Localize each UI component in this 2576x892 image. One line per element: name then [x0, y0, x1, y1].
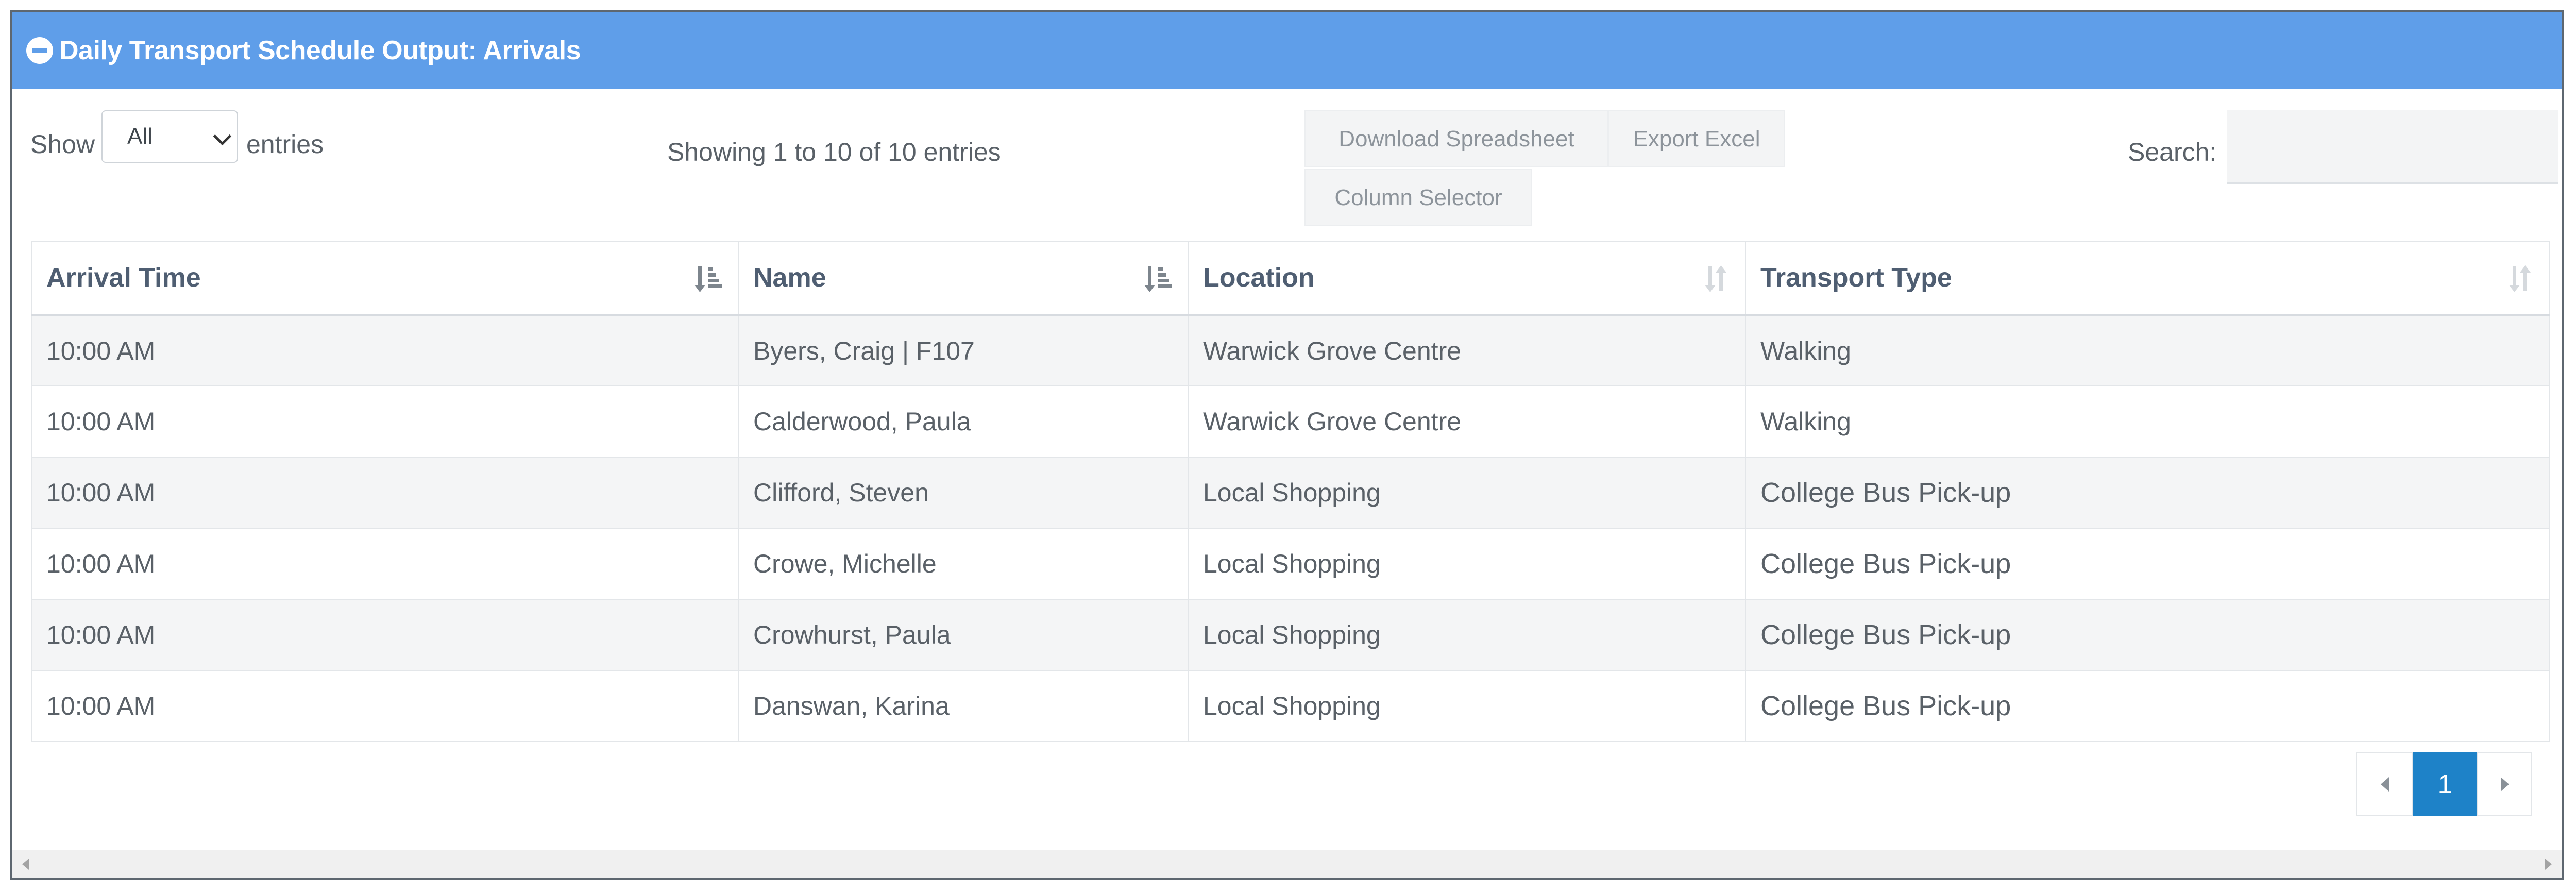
- caret-right-icon: [2500, 777, 2509, 792]
- column-header-label: Location: [1203, 263, 1315, 293]
- cell-name: Danswan, Karina: [738, 670, 1189, 742]
- cell-location: Local Shopping: [1188, 670, 1746, 742]
- cell-transport-type: Walking: [1745, 314, 2550, 386]
- data-table: Arrival Time Name Location Transport Typ…: [31, 241, 2550, 742]
- export-excel-button[interactable]: Export Excel: [1608, 110, 1785, 167]
- scroll-right-arrow-icon[interactable]: [2545, 859, 2552, 870]
- entries-length-value: All: [127, 124, 152, 149]
- cell-arrival-time: 10:00 AM: [31, 314, 739, 386]
- table-row[interactable]: 10:00 AM Calderwood, Paula Warwick Grove…: [31, 385, 2550, 458]
- cell-transport-type: Walking: [1745, 385, 2550, 458]
- panel-header[interactable]: Daily Transport Schedule Output: Arrival…: [12, 12, 2562, 89]
- table-row[interactable]: 10:00 AM Crowe, Michelle Local Shopping …: [31, 528, 2550, 600]
- panel-title: Daily Transport Schedule Output: Arrival…: [59, 35, 581, 65]
- datatable-panel: Daily Transport Schedule Output: Arrival…: [10, 10, 2564, 880]
- table-row[interactable]: 10:00 AM Crowhurst, Paula Local Shopping…: [31, 599, 2550, 671]
- cell-location: Local Shopping: [1188, 599, 1746, 671]
- cell-name: Crowe, Michelle: [738, 528, 1189, 600]
- sortable-icon: [2509, 265, 2531, 292]
- chevron-down-icon: [213, 127, 232, 146]
- cell-arrival-time: 10:00 AM: [31, 457, 739, 529]
- cell-transport-type: College Bus Pick-up: [1745, 670, 2550, 742]
- column-header-name[interactable]: Name: [738, 241, 1189, 316]
- cell-transport-type: College Bus Pick-up: [1745, 599, 2550, 671]
- table-header-row: Arrival Time Name Location Transport Typ…: [31, 241, 2550, 316]
- cell-arrival-time: 10:00 AM: [31, 670, 739, 742]
- scroll-left-arrow-icon[interactable]: [22, 859, 29, 870]
- table-row[interactable]: 10:00 AM Clifford, Steven Local Shopping…: [31, 457, 2550, 529]
- cell-location: Warwick Grove Centre: [1188, 314, 1746, 386]
- cell-arrival-time: 10:00 AM: [31, 528, 739, 600]
- column-header-location[interactable]: Location: [1188, 241, 1746, 316]
- cell-location: Warwick Grove Centre: [1188, 385, 1746, 458]
- search-input[interactable]: [2227, 110, 2558, 184]
- search-label: Search:: [2128, 138, 2217, 166]
- cell-arrival-time: 10:00 AM: [31, 385, 739, 458]
- column-header-label: Transport Type: [1760, 263, 1952, 293]
- sorted-desc-icon: [1144, 266, 1172, 292]
- collapse-icon[interactable]: [26, 37, 53, 64]
- table-row[interactable]: 10:00 AM Byers, Craig | F107 Warwick Gro…: [31, 314, 2550, 386]
- sortable-icon: [1705, 265, 1726, 292]
- entries-label: entries: [246, 130, 324, 159]
- pagination-previous-button[interactable]: [2356, 752, 2413, 816]
- table-row[interactable]: 10:00 AM Danswan, Karina Local Shopping …: [31, 670, 2550, 742]
- column-header-label: Arrival Time: [46, 263, 201, 293]
- column-header-label: Name: [753, 263, 826, 293]
- pagination-next-button[interactable]: [2477, 752, 2532, 816]
- cell-name: Clifford, Steven: [738, 457, 1189, 529]
- cell-transport-type: College Bus Pick-up: [1745, 457, 2550, 529]
- cell-location: Local Shopping: [1188, 457, 1746, 529]
- column-header-arrival-time[interactable]: Arrival Time: [31, 241, 739, 316]
- cell-name: Crowhurst, Paula: [738, 599, 1189, 671]
- cell-name: Calderwood, Paula: [738, 385, 1189, 458]
- download-spreadsheet-button[interactable]: Download Spreadsheet: [1304, 110, 1608, 167]
- pagination-page-button[interactable]: 1: [2413, 752, 2477, 816]
- horizontal-scrollbar[interactable]: [12, 850, 2562, 878]
- cell-arrival-time: 10:00 AM: [31, 599, 739, 671]
- entries-length-select[interactable]: All: [101, 110, 238, 163]
- caret-left-icon: [2380, 777, 2389, 792]
- table-info: Showing 1 to 10 of 10 entries: [667, 138, 1001, 166]
- show-label: Show: [30, 130, 95, 159]
- column-header-transport-type[interactable]: Transport Type: [1745, 241, 2550, 316]
- column-selector-button[interactable]: Column Selector: [1304, 169, 1532, 226]
- cell-location: Local Shopping: [1188, 528, 1746, 600]
- sorted-desc-icon: [694, 266, 722, 292]
- cell-name: Byers, Craig | F107: [738, 314, 1189, 386]
- cell-transport-type: College Bus Pick-up: [1745, 528, 2550, 600]
